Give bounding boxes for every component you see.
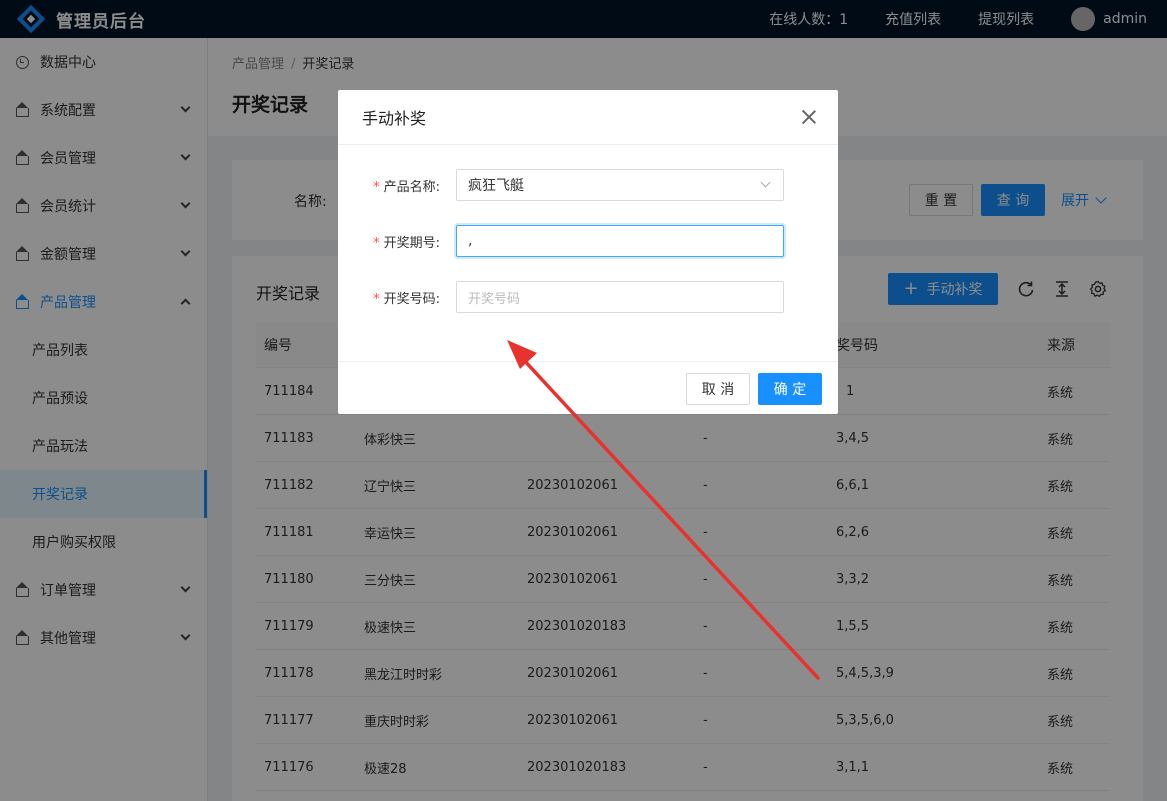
period-row: * 开奖期号: , bbox=[338, 225, 838, 257]
numbers-row: * 开奖号码: 开奖号码 bbox=[338, 281, 838, 313]
required-mark: * bbox=[373, 179, 380, 195]
required-mark: * bbox=[373, 235, 380, 251]
modal-title: 手动补奖 bbox=[338, 90, 838, 145]
label-text: 开奖期号: bbox=[383, 235, 440, 251]
period-input[interactable]: , bbox=[456, 225, 784, 257]
product-name-label: * 产品名称: bbox=[338, 176, 448, 195]
numbers-label: * 开奖号码: bbox=[338, 288, 448, 307]
product-name-row: * 产品名称: 疯狂飞艇 bbox=[338, 169, 838, 201]
input-value: , bbox=[468, 233, 473, 249]
required-mark: * bbox=[373, 291, 380, 307]
confirm-button[interactable]: 确 定 bbox=[758, 373, 822, 405]
modal-footer: 取 消 确 定 bbox=[338, 361, 838, 414]
period-label: * 开奖期号: bbox=[338, 232, 448, 251]
cancel-button[interactable]: 取 消 bbox=[686, 373, 750, 405]
close-icon[interactable] bbox=[802, 110, 816, 124]
manual-draw-modal: 手动补奖 * 产品名称: 疯狂飞艇 * 开奖期号: , * 开奖号码: 开奖号码 取 … bbox=[338, 90, 838, 414]
label-text: 开奖号码: bbox=[383, 291, 440, 307]
chevron-down-icon bbox=[760, 177, 771, 188]
input-placeholder: 开奖号码 bbox=[468, 291, 521, 307]
product-name-select[interactable]: 疯狂飞艇 bbox=[456, 169, 784, 201]
numbers-input[interactable]: 开奖号码 bbox=[456, 281, 784, 313]
select-value: 疯狂飞艇 bbox=[468, 178, 524, 194]
label-text: 产品名称: bbox=[383, 179, 440, 195]
